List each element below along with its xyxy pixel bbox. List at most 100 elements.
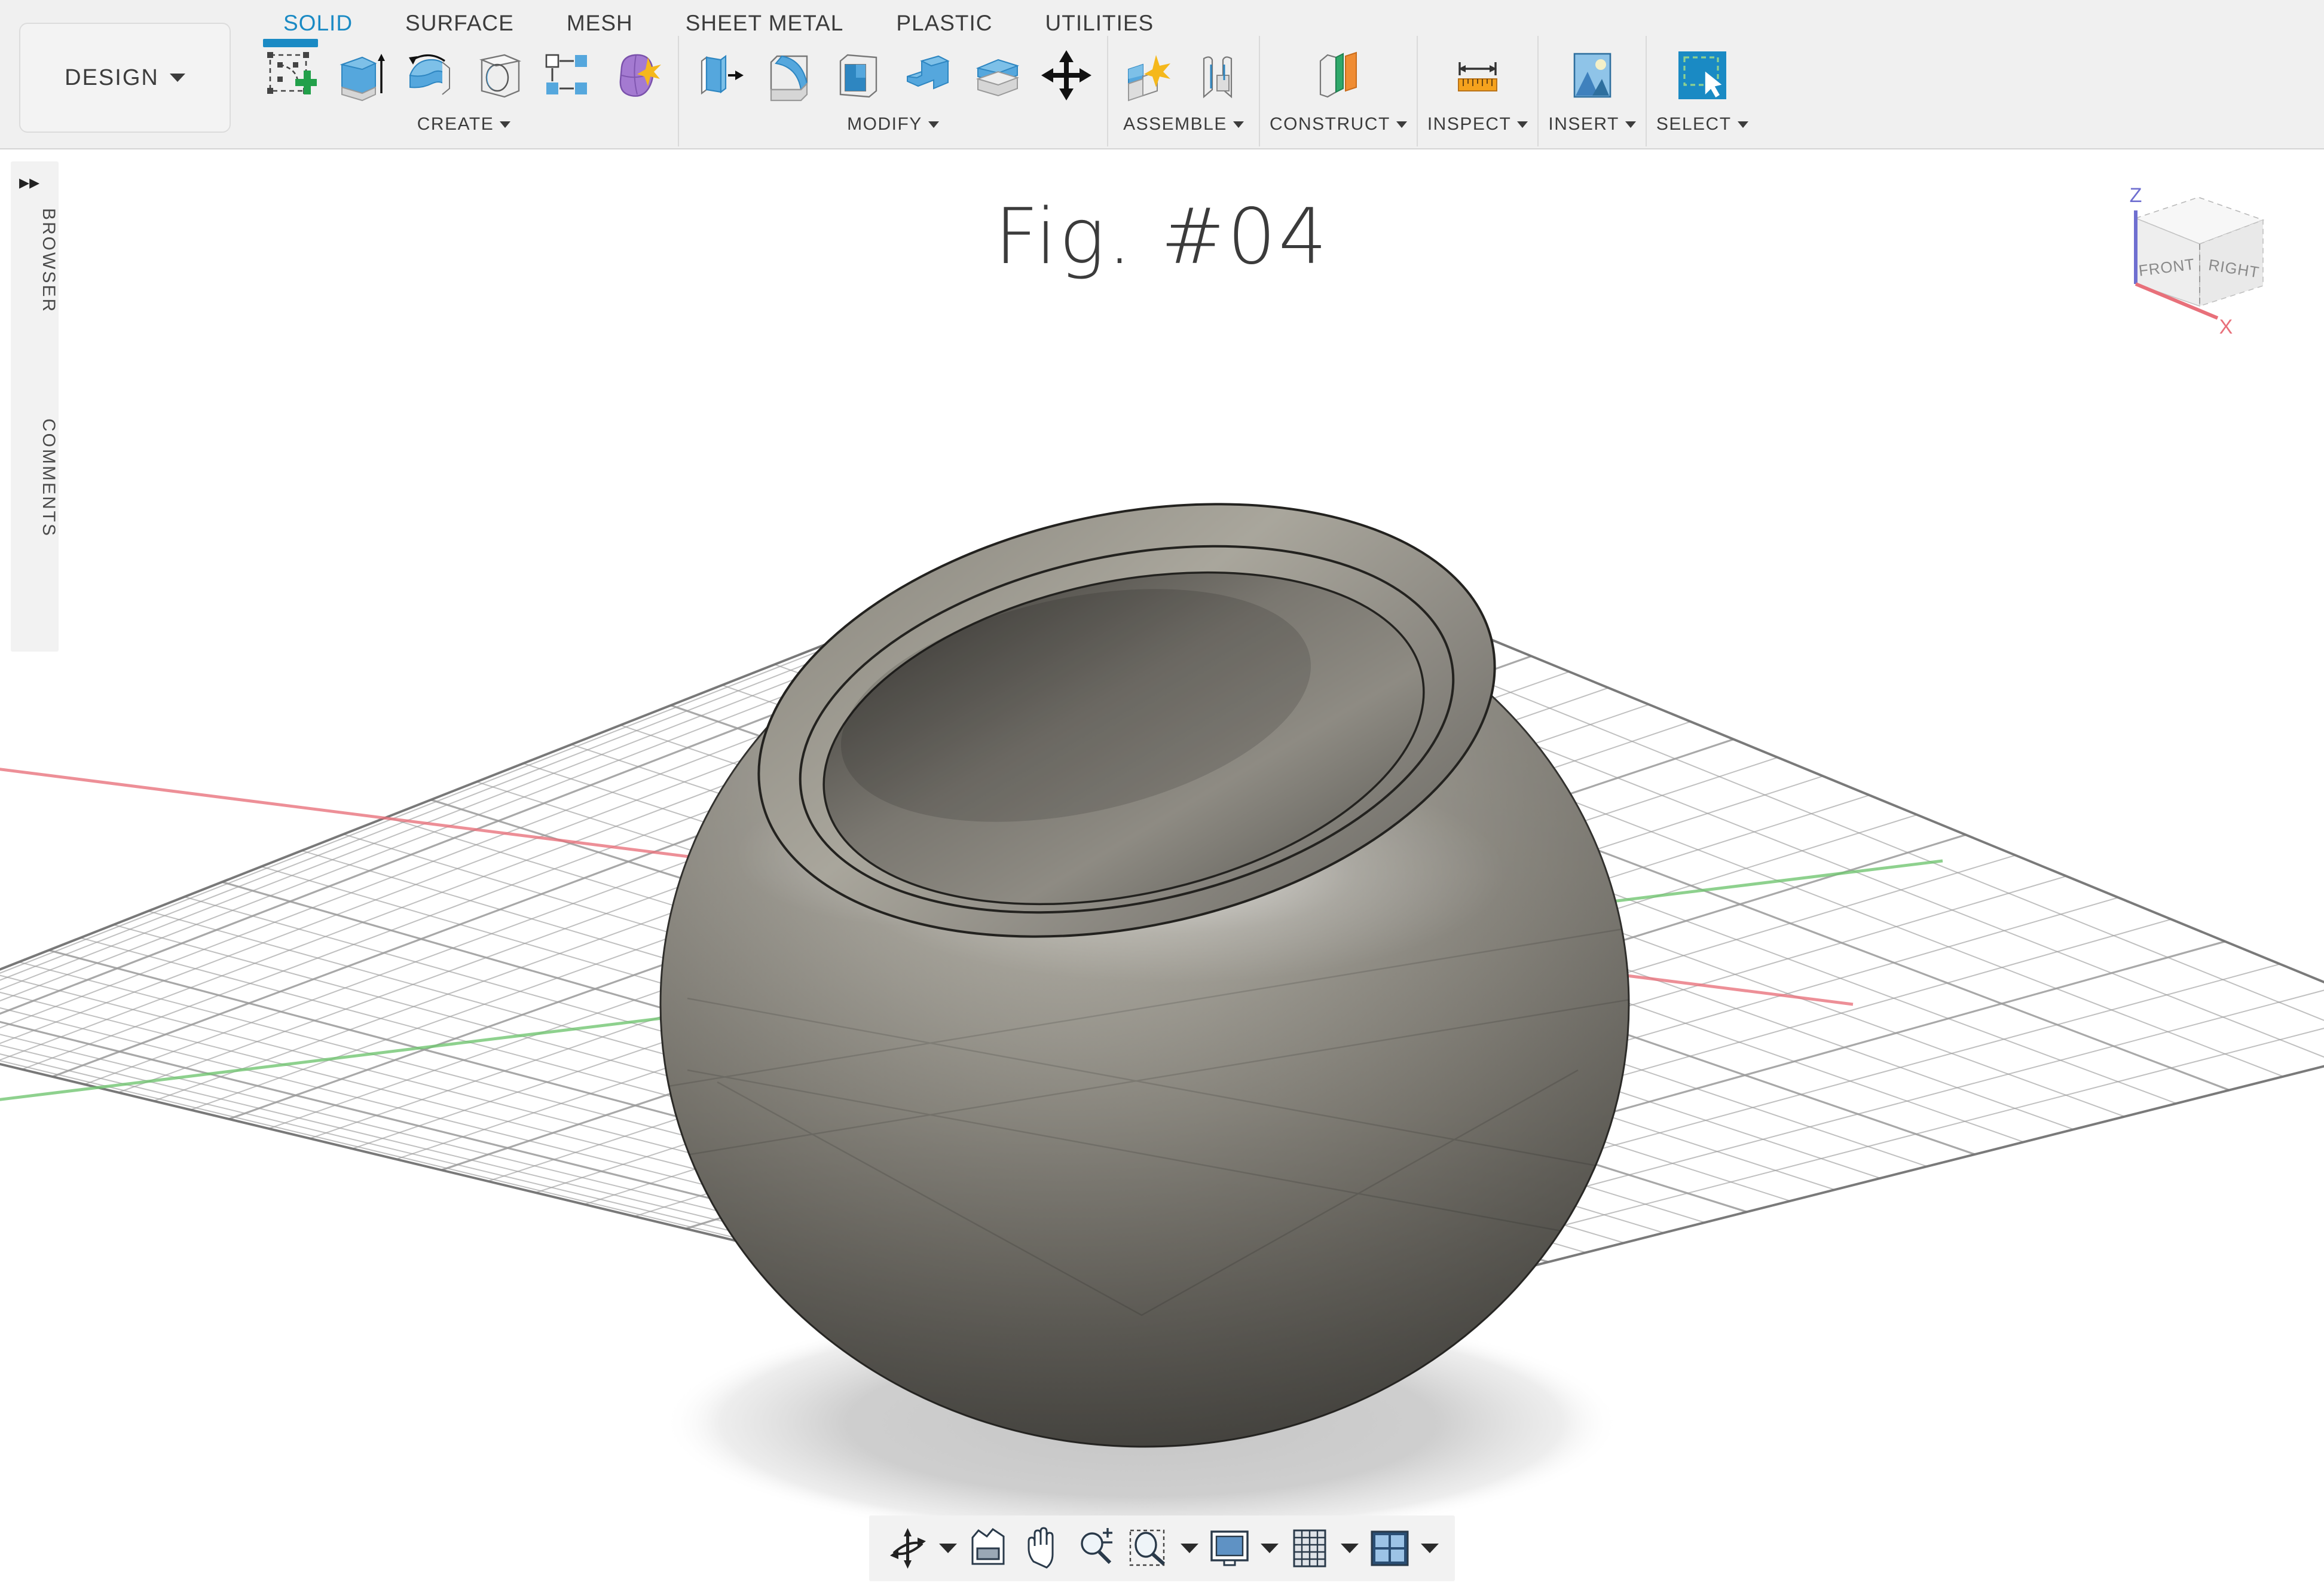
workspace-tab-mesh[interactable]: MESH xyxy=(540,0,659,36)
zoom-button[interactable] xyxy=(1070,1523,1121,1574)
shell-icon xyxy=(832,49,885,102)
pattern-button[interactable] xyxy=(537,40,599,111)
ribbon-group-insert: INSERT xyxy=(1537,36,1645,146)
ribbon-group-label-text: INSPECT xyxy=(1427,114,1512,135)
active-tab-indicator xyxy=(263,39,318,47)
combine-button[interactable] xyxy=(897,40,959,111)
viewcube-z-label: Z xyxy=(2130,184,2142,207)
new-component-icon xyxy=(1123,49,1175,102)
zoom-icon xyxy=(1074,1527,1117,1570)
viewports-icon xyxy=(1368,1527,1411,1570)
insert-image-button[interactable] xyxy=(1561,40,1623,111)
hole-button[interactable] xyxy=(467,40,530,111)
display-mode-button[interactable] xyxy=(1204,1523,1255,1574)
dock-comments-label[interactable]: COMMENTS xyxy=(11,418,59,628)
pan-icon xyxy=(1020,1527,1063,1570)
measure-button[interactable] xyxy=(1447,40,1509,111)
chevron-down-icon[interactable] xyxy=(1178,1523,1201,1574)
ribbon-group-label-select[interactable]: SELECT xyxy=(1656,114,1748,135)
press-pull-icon xyxy=(693,49,746,102)
extrude-icon xyxy=(334,49,386,102)
offset-face-button[interactable] xyxy=(966,40,1028,111)
view-navigation-bar xyxy=(869,1515,1455,1581)
offset-face-icon xyxy=(971,49,1023,102)
ribbon-group-modify: MODIFY xyxy=(678,36,1107,146)
select-window-icon xyxy=(1676,49,1729,102)
figure-title: Fig. #04 xyxy=(0,192,2324,282)
pan-button[interactable] xyxy=(1016,1523,1068,1574)
workspace-tab-plastic[interactable]: PLASTIC xyxy=(870,0,1019,36)
insert-image-icon xyxy=(1566,49,1619,102)
chevron-down-icon xyxy=(1396,121,1407,128)
workspace-tab-sheet-metal[interactable]: SHEET METAL xyxy=(659,0,870,36)
design-button-label: DESIGN xyxy=(65,65,159,91)
measure-icon xyxy=(1451,49,1504,102)
ribbon-group-label-modify[interactable]: MODIFY xyxy=(847,114,939,135)
viewcube-x-label: X xyxy=(2219,316,2233,338)
offset-plane-icon xyxy=(1312,49,1365,102)
workspace-tab-surface[interactable]: SURFACE xyxy=(379,0,540,36)
create-sketch-icon xyxy=(264,49,317,102)
viewports-button[interactable] xyxy=(1364,1523,1415,1574)
ribbon-group-label-assemble[interactable]: ASSEMBLE xyxy=(1123,114,1244,135)
chevron-down-icon xyxy=(500,121,510,128)
chevron-down-icon xyxy=(928,121,939,128)
expand-panel-icon[interactable]: ▸▸ xyxy=(19,172,39,192)
workspace-tab-utilities[interactable]: UTILITIES xyxy=(1019,0,1181,36)
ribbon-group-label-inspect[interactable]: INSPECT xyxy=(1427,114,1528,135)
zoom-window-button[interactable] xyxy=(1124,1523,1175,1574)
select-window-button[interactable] xyxy=(1671,40,1733,111)
extrude-button[interactable] xyxy=(329,40,391,111)
ribbon-group-icons xyxy=(689,36,1097,111)
revolve-button[interactable] xyxy=(398,40,460,111)
ribbon-group-icons xyxy=(259,36,668,111)
ribbon-group-label-insert[interactable]: INSERT xyxy=(1548,114,1635,135)
chevron-down-icon[interactable] xyxy=(936,1523,960,1574)
ribbon-group-label-text: CREATE xyxy=(417,114,494,135)
ribbon-group-assemble: ASSEMBLE xyxy=(1107,36,1259,146)
chevron-down-icon[interactable] xyxy=(1338,1523,1362,1574)
pattern-icon xyxy=(542,49,594,102)
display-settings-button[interactable] xyxy=(962,1523,1014,1574)
ribbon-group-label-construct[interactable]: CONSTRUCT xyxy=(1270,114,1407,135)
grid-snaps-button[interactable] xyxy=(1284,1523,1335,1574)
ribbon-group-construct: CONSTRUCT xyxy=(1259,36,1417,146)
workspace-tab-solid[interactable]: SOLID xyxy=(257,0,379,36)
new-component-button[interactable] xyxy=(1118,40,1180,111)
ribbon-group-label-text: MODIFY xyxy=(847,114,922,135)
grid-snaps-icon xyxy=(1288,1527,1331,1570)
ribbon-group-inspect: INSPECT xyxy=(1417,36,1538,146)
ribbon-group-icons xyxy=(1118,36,1249,111)
chevron-down-icon xyxy=(1517,121,1528,128)
chevron-down-icon xyxy=(170,74,185,82)
chevron-down-icon[interactable] xyxy=(1258,1523,1282,1574)
ribbon-group-label-text: SELECT xyxy=(1656,114,1732,135)
design-workspace-button[interactable]: DESIGN xyxy=(19,23,231,133)
3d-scene xyxy=(0,149,2324,1592)
create-form-icon xyxy=(611,49,663,102)
joint-button[interactable] xyxy=(1187,40,1249,111)
press-pull-button[interactable] xyxy=(689,40,751,111)
shell-button[interactable] xyxy=(827,40,889,111)
offset-plane-button[interactable] xyxy=(1307,40,1369,111)
ribbon-group-icons xyxy=(1561,36,1623,111)
ribbon-group-label-create[interactable]: CREATE xyxy=(417,114,510,135)
chevron-down-icon xyxy=(1738,121,1748,128)
orbit-button[interactable] xyxy=(882,1523,934,1574)
hole-icon xyxy=(472,49,525,102)
chevron-down-icon xyxy=(1625,121,1636,128)
move-copy-icon xyxy=(1040,49,1093,102)
create-sketch-button[interactable] xyxy=(259,40,322,111)
chevron-down-icon[interactable] xyxy=(1418,1523,1442,1574)
ribbon-group-icons xyxy=(1671,36,1733,111)
zoom-window-icon xyxy=(1128,1527,1171,1570)
display-mode-icon xyxy=(1208,1527,1251,1570)
create-form-button[interactable] xyxy=(606,40,668,111)
joint-icon xyxy=(1192,49,1244,102)
viewport-canvas[interactable]: ▸▸ BROWSER COMMENTS Fig. #04 FRONT RIGHT… xyxy=(0,149,2324,1592)
view-cube[interactable]: FRONT RIGHT Z X xyxy=(2109,173,2288,353)
spherical-bowl-model xyxy=(660,441,1629,1447)
fillet-button[interactable] xyxy=(758,40,820,111)
revolve-icon xyxy=(403,49,455,102)
move-copy-button[interactable] xyxy=(1035,40,1097,111)
